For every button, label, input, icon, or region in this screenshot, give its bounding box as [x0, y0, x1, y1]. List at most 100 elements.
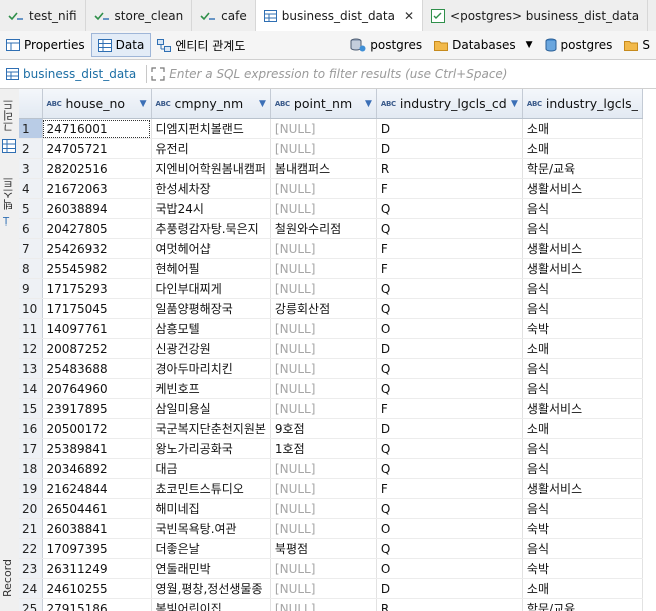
table-cell[interactable]: 해미네집 [151, 498, 271, 519]
table-cell[interactable]: F [376, 258, 523, 279]
table-cell[interactable]: [NULL] [270, 118, 377, 139]
table-row[interactable]: 24 24610255 영월,평창,정선생물종 [NULL] D 소매 [19, 578, 643, 599]
table-cell[interactable]: [NULL] [270, 398, 377, 419]
column-header[interactable]: ABC point_nm ▼ [270, 89, 377, 119]
table-cell[interactable]: 25545982 [42, 258, 152, 279]
table-cell[interactable]: D [376, 578, 523, 599]
table-row[interactable]: 12 20087252 신광건강원 [NULL] D 소매 [19, 338, 643, 359]
schema-subselector[interactable]: S [618, 33, 656, 57]
table-row[interactable]: 2 24705721 유전리 [NULL] D 소매 [19, 138, 643, 159]
table-cell[interactable]: 유전리 [151, 138, 271, 159]
table-cell[interactable]: [NULL] [270, 258, 377, 279]
table-cell[interactable]: 17175293 [42, 278, 152, 299]
sort-arrow-icon[interactable]: ▼ [259, 99, 266, 109]
table-cell[interactable]: Q [376, 198, 523, 219]
table-cell[interactable]: 추풍령감자탕.묵은지 [151, 218, 271, 239]
table-cell[interactable]: 일품양평해장국 [151, 298, 271, 319]
table-cell[interactable]: 14097761 [42, 318, 152, 339]
editor-tab[interactable]: <postgres> business_dist_data [423, 0, 649, 31]
table-cell[interactable]: [NULL] [270, 378, 377, 399]
table-cell[interactable]: 17097395 [42, 538, 152, 559]
table-cell[interactable]: 음식 [522, 458, 643, 479]
table-cell[interactable]: 소매 [522, 138, 643, 159]
table-cell[interactable]: D [376, 118, 523, 139]
table-cell[interactable]: 디엠지펀치볼랜드 [151, 118, 271, 139]
table-cell[interactable]: F [376, 478, 523, 499]
table-cell[interactable]: [NULL] [270, 558, 377, 579]
table-cell[interactable]: 국밥24시 [151, 198, 271, 219]
editor-tab[interactable]: business_dist_data ✕ [255, 0, 424, 31]
table-cell[interactable]: [NULL] [270, 478, 377, 499]
grid-icon[interactable] [2, 139, 16, 153]
table-cell[interactable]: 24610255 [42, 578, 152, 599]
sort-arrow-icon[interactable]: ▼ [140, 99, 147, 109]
table-cell[interactable]: Q [376, 358, 523, 379]
table-row[interactable]: 10 17175045 일품양평해장국 강릉회산점 Q 음식 [19, 298, 643, 319]
table-cell[interactable]: 음식 [522, 438, 643, 459]
table-cell[interactable]: 27915186 [42, 598, 152, 611]
table-cell[interactable]: 철원와수리점 [270, 218, 377, 239]
table-cell[interactable]: 20427805 [42, 218, 152, 239]
table-row[interactable]: 11 14097761 삼흥모텔 [NULL] O 숙박 [19, 318, 643, 339]
table-cell[interactable]: 28202516 [42, 158, 152, 179]
table-cell[interactable]: 신광건강원 [151, 338, 271, 359]
table-cell[interactable]: O [376, 518, 523, 539]
table-cell[interactable]: 20500172 [42, 418, 152, 439]
table-cell[interactable]: 25483688 [42, 358, 152, 379]
editor-tab[interactable]: cafe [192, 0, 256, 31]
table-cell[interactable]: 음식 [522, 298, 643, 319]
table-cell[interactable]: 25426932 [42, 238, 152, 259]
table-cell[interactable]: 다인부대찌게 [151, 278, 271, 299]
table-cell[interactable]: [NULL] [270, 518, 377, 539]
table-cell[interactable]: 생활서비스 [522, 478, 643, 499]
table-cell[interactable]: [NULL] [270, 578, 377, 599]
table-cell[interactable]: R [376, 598, 523, 611]
table-cell[interactable]: 왕노가리공화국 [151, 438, 271, 459]
table-cell[interactable]: 26311249 [42, 558, 152, 579]
table-cell[interactable]: Q [376, 298, 523, 319]
table-cell[interactable]: [NULL] [270, 278, 377, 299]
table-cell[interactable]: Q [376, 538, 523, 559]
table-cell[interactable]: 17175045 [42, 298, 152, 319]
table-cell[interactable]: 삼흥모텔 [151, 318, 271, 339]
table-cell[interactable]: 대금 [151, 458, 271, 479]
table-row[interactable]: 23 26311249 연둘래민박 [NULL] O 숙박 [19, 558, 643, 579]
column-header[interactable]: ABC house_no ▼ [42, 89, 152, 119]
table-cell[interactable]: 여멋헤어샵 [151, 238, 271, 259]
table-cell[interactable]: 음식 [522, 378, 643, 399]
table-row[interactable]: 21 26038841 국빈목욕탕.여관 [NULL] O 숙박 [19, 518, 643, 539]
table-cell[interactable]: 음식 [522, 198, 643, 219]
table-cell[interactable]: 생활서비스 [522, 398, 643, 419]
table-cell[interactable]: 26504461 [42, 498, 152, 519]
table-cell[interactable]: 연둘래민박 [151, 558, 271, 579]
filter-input[interactable] [165, 67, 656, 81]
table-row[interactable]: 3 28202516 지엔비어학원봄내캠퍼 봄내캠퍼스 R 학문/교육 [19, 158, 643, 179]
expand-icon[interactable] [151, 67, 165, 81]
table-cell[interactable]: Q [376, 458, 523, 479]
table-cell[interactable]: 소매 [522, 118, 643, 139]
table-cell[interactable]: O [376, 558, 523, 579]
table-row[interactable]: 16 20500172 국군복지단춘천지원본 9호점 D 소매 [19, 418, 643, 439]
table-cell[interactable]: 더좋은날 [151, 538, 271, 559]
table-cell[interactable]: 생활서비스 [522, 258, 643, 279]
table-cell[interactable]: D [376, 418, 523, 439]
table-cell[interactable]: 숙박 [522, 558, 643, 579]
table-row[interactable]: 1 24716001 디엠지펀치볼랜드 [NULL] D 소매 [19, 118, 643, 139]
table-row[interactable]: 15 23917895 삼일미용실 [NULL] F 생활서비스 [19, 398, 643, 419]
table-cell[interactable]: [NULL] [270, 498, 377, 519]
table-cell[interactable]: 경아두마리치킨 [151, 358, 271, 379]
table-cell[interactable]: 봄내캠퍼스 [270, 158, 377, 179]
text-view-icon[interactable]: Ṭ [2, 213, 16, 227]
table-cell[interactable]: [NULL] [270, 358, 377, 379]
table-cell[interactable]: 24705721 [42, 138, 152, 159]
table-cell[interactable]: 음식 [522, 498, 643, 519]
table-row[interactable]: 19 21624844 쵸코민트스튜디오 [NULL] F 생활서비스 [19, 478, 643, 499]
table-cell[interactable]: 생활서비스 [522, 178, 643, 199]
table-cell[interactable]: 학문/교육 [522, 158, 643, 179]
connection-selector[interactable]: postgres [344, 33, 428, 57]
row-number-header[interactable] [19, 89, 43, 119]
table-cell[interactable]: [NULL] [270, 598, 377, 611]
table-row[interactable]: 20 26504461 해미네집 [NULL] Q 음식 [19, 498, 643, 519]
table-cell[interactable]: D [376, 338, 523, 359]
table-cell[interactable]: [NULL] [270, 238, 377, 259]
